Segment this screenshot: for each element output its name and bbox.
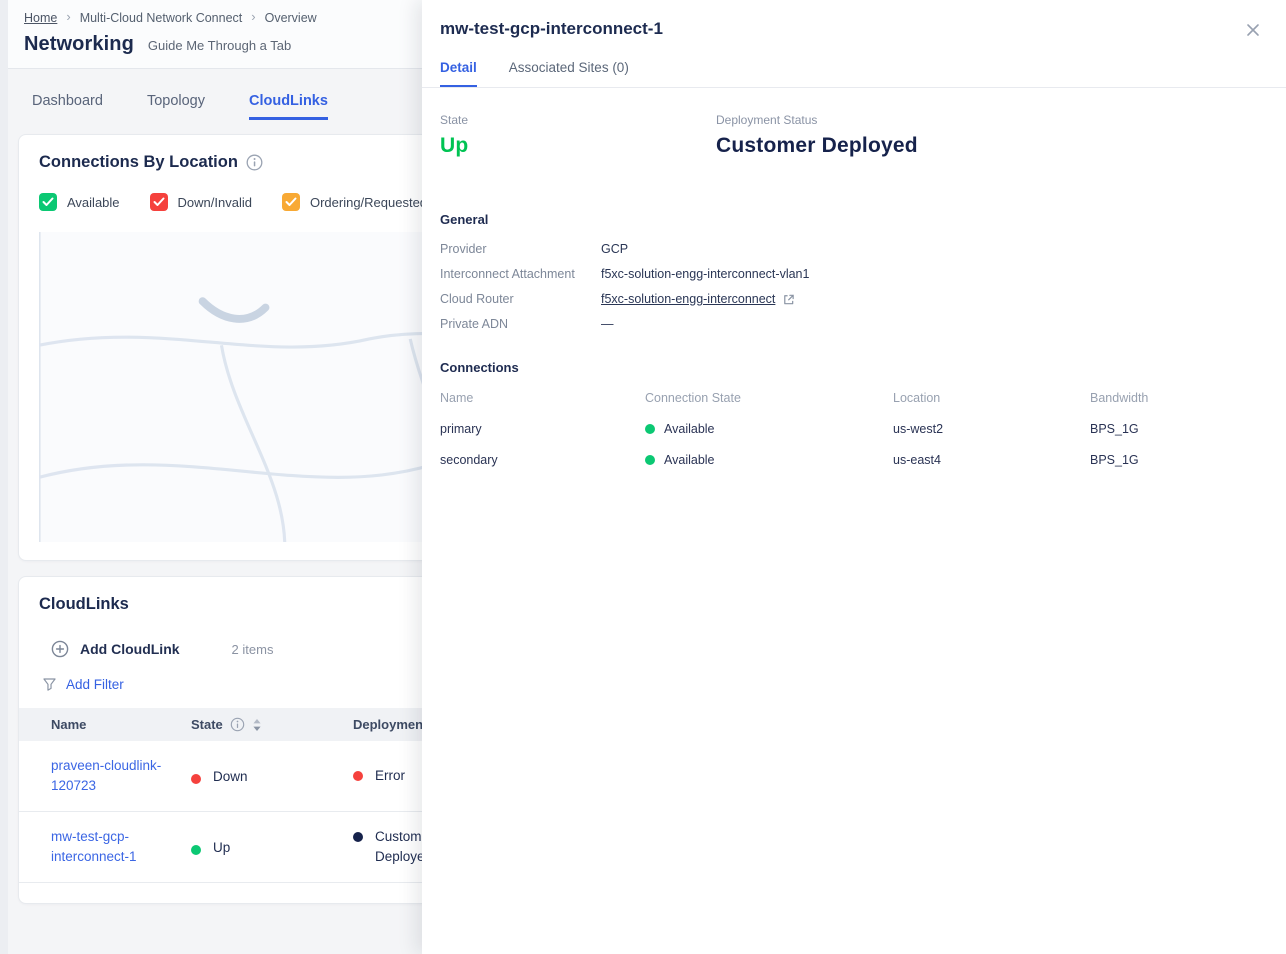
external-link-icon — [782, 293, 795, 306]
connection-location: us-west2 — [893, 422, 1090, 436]
deployment-status-value: Customer Deployed — [716, 134, 918, 158]
sort-icon[interactable] — [252, 718, 262, 732]
legend-down-invalid[interactable]: Down/Invalid — [150, 193, 252, 211]
info-icon[interactable] — [230, 717, 245, 732]
cloudlink-name-link[interactable]: praveen-cloudlink-120723 — [51, 756, 171, 797]
connection-state-dot — [645, 424, 655, 434]
deployment-dot — [353, 832, 363, 842]
cloud-router-link[interactable]: f5xc-solution-engg-interconnect — [601, 292, 795, 307]
cloud-router-link-text: f5xc-solution-engg-interconnect — [601, 292, 775, 307]
add-filter-label: Add Filter — [66, 677, 124, 692]
panel-tabs: Detail Associated Sites (0) — [422, 60, 1286, 88]
check-icon — [285, 197, 297, 207]
plus-circle-icon — [51, 640, 69, 658]
state-value: Up — [213, 840, 230, 855]
column-state: State — [191, 717, 223, 732]
legend-label: Available — [67, 195, 120, 210]
checkbox-ordering[interactable] — [282, 193, 300, 211]
tab-cloudlinks[interactable]: CloudLinks — [249, 93, 328, 120]
connection-state-value: Available — [664, 422, 715, 436]
interconnect-attachment-value: f5xc-solution-engg-interconnect-vlan1 — [601, 267, 1262, 282]
deployment-status-label: Deployment Status — [716, 113, 918, 127]
items-count: 2 items — [232, 642, 274, 657]
connection-row: primary Available us-west2 BPS_1G — [440, 422, 1262, 436]
add-cloudlink-button[interactable]: Add CloudLink — [51, 640, 180, 658]
state-value: Up — [440, 134, 716, 158]
cloudlink-name-link[interactable]: mw-test-gcp-interconnect-1 — [51, 827, 171, 868]
connection-bandwidth: BPS_1G — [1090, 453, 1262, 467]
private-adn-label: Private ADN — [440, 317, 601, 332]
info-icon[interactable] — [246, 154, 263, 171]
column-name: Name — [440, 391, 645, 405]
close-icon — [1246, 23, 1260, 37]
private-adn-value: — — [601, 317, 1262, 332]
connections-section: Connections Name Connection State Locati… — [440, 360, 1262, 467]
connection-row: secondary Available us-east4 BPS_1G — [440, 453, 1262, 467]
check-icon — [153, 197, 165, 207]
tab-topology[interactable]: Topology — [147, 93, 205, 120]
connections-header: Name Connection State Location Bandwidth — [440, 391, 1262, 405]
breadcrumb-item[interactable]: Multi-Cloud Network Connect — [80, 11, 243, 25]
checkbox-down-invalid[interactable] — [150, 193, 168, 211]
column-connection-state: Connection State — [645, 391, 893, 405]
connection-bandwidth: BPS_1G — [1090, 422, 1262, 436]
tab-dashboard[interactable]: Dashboard — [32, 93, 103, 120]
connection-name: secondary — [440, 453, 645, 467]
deployment-value: Error — [375, 766, 405, 786]
column-bandwidth: Bandwidth — [1090, 391, 1262, 405]
connection-location: us-east4 — [893, 453, 1090, 467]
column-location: Location — [893, 391, 1090, 405]
connections-heading: Connections — [440, 360, 1262, 375]
state-dot — [191, 845, 201, 855]
guide-me-link[interactable]: Guide Me Through a Tab — [148, 38, 291, 53]
column-name: Name — [51, 717, 191, 732]
panel-title: mw-test-gcp-interconnect-1 — [440, 19, 663, 39]
filter-funnel-icon — [41, 676, 58, 693]
legend-available[interactable]: Available — [39, 193, 120, 211]
state-label: State — [440, 113, 716, 127]
checkbox-available[interactable] — [39, 193, 57, 211]
deployment-dot — [353, 771, 363, 781]
provider-label: Provider — [440, 242, 601, 257]
cloudlink-detail-panel: mw-test-gcp-interconnect-1 Detail Associ… — [422, 0, 1286, 954]
general-heading: General — [440, 212, 1262, 227]
cloud-router-label: Cloud Router — [440, 292, 601, 307]
connection-state-dot — [645, 455, 655, 465]
provider-value: GCP — [601, 242, 1262, 257]
close-button[interactable] — [1244, 21, 1262, 42]
page-title: Networking — [24, 33, 134, 56]
tab-associated-sites[interactable]: Associated Sites (0) — [509, 60, 629, 87]
add-cloudlink-label: Add CloudLink — [80, 641, 180, 657]
breadcrumb-item-current: Overview — [265, 11, 317, 25]
state-dot — [191, 774, 201, 784]
legend-label: Down/Invalid — [178, 195, 252, 210]
status-summary: State Up Deployment Status Customer Depl… — [440, 113, 1262, 158]
tab-detail[interactable]: Detail — [440, 60, 477, 87]
connections-by-location-title: Connections By Location — [39, 153, 238, 172]
breadcrumb-home-link[interactable]: Home — [24, 11, 57, 25]
interconnect-attachment-label: Interconnect Attachment — [440, 267, 601, 282]
connection-state-value: Available — [664, 453, 715, 467]
connection-name: primary — [440, 422, 645, 436]
state-value: Down — [213, 769, 248, 784]
check-icon — [42, 197, 54, 207]
chevron-right-icon: › — [66, 9, 70, 24]
chevron-right-icon: › — [251, 9, 255, 24]
general-section: General Provider GCP Interconnect Attach… — [440, 212, 1262, 332]
